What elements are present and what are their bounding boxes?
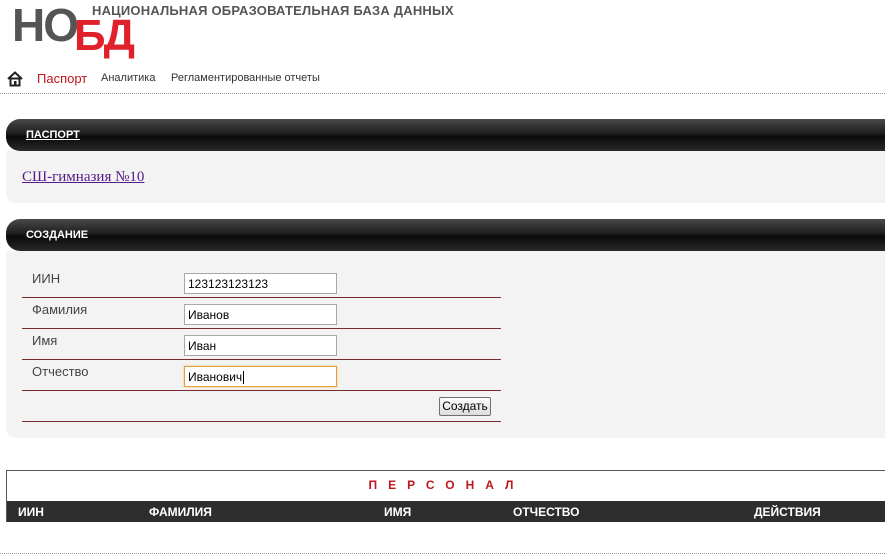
iin-label: ИИН xyxy=(32,271,61,286)
nav-item-passport[interactable]: Паспорт xyxy=(37,71,87,86)
home-icon[interactable] xyxy=(7,71,23,87)
nav-item-analytics[interactable]: Аналитика xyxy=(101,72,155,84)
form-row-iin: ИИН 123123123123 xyxy=(22,267,501,298)
patronymic-input[interactable]: Иванович xyxy=(184,366,337,387)
column-header-actions: ДЕЙСТВИЯ xyxy=(754,505,821,519)
iin-input[interactable]: 123123123123 xyxy=(184,273,337,294)
surname-label: Фамилия xyxy=(32,302,88,317)
column-header-iin: ИИН xyxy=(18,505,44,519)
site-title: НАЦИОНАЛЬНАЯ ОБРАЗОВАТЕЛЬНАЯ БАЗА ДАННЫХ xyxy=(92,3,454,18)
nav-item-reports[interactable]: Регламентированные отчеты xyxy=(171,72,320,84)
table-header-row: ИИН ФАМИЛИЯ ИМЯ ОТЧЕСТВО ДЕЙСТВИЯ xyxy=(7,501,885,522)
school-link[interactable]: СШ-гимназия №10 xyxy=(22,169,144,186)
name-input[interactable]: Иван xyxy=(184,335,337,356)
column-header-patronymic: ОТЧЕСТВО xyxy=(513,505,580,519)
text-caret xyxy=(243,371,245,385)
name-label: Имя xyxy=(32,333,58,348)
patronymic-label: Отчество xyxy=(32,364,89,379)
passport-header-bar: ПАСПОРТ xyxy=(6,119,885,151)
create-button[interactable]: Создать xyxy=(439,397,491,416)
form-row-surname: Фамилия Иванов xyxy=(22,298,501,329)
logo-text-no: НО xyxy=(12,0,79,51)
form-row-name: Имя Иван xyxy=(22,329,501,360)
create-header-title: СОЗДАНИЕ xyxy=(26,229,89,241)
personnel-title: ПЕРСОНАЛ xyxy=(368,478,525,492)
column-header-name: ИМЯ xyxy=(384,505,412,519)
top-nav: Паспорт Аналитика Регламентированные отч… xyxy=(0,68,885,94)
create-header-bar: СОЗДАНИЕ xyxy=(6,219,885,251)
passport-header-link[interactable]: ПАСПОРТ xyxy=(26,129,80,141)
form-row-patronymic: Отчество Иванович xyxy=(22,360,501,391)
logo-text-bd: БД xyxy=(74,11,135,60)
form-row-submit: Создать xyxy=(22,391,501,422)
patronymic-value: Иванович xyxy=(188,370,243,384)
surname-input[interactable]: Иванов xyxy=(184,304,337,325)
personnel-table: ПЕРСОНАЛ ИИН ФАМИЛИЯ ИМЯ ОТЧЕСТВО ДЕЙСТВ… xyxy=(6,470,885,522)
column-header-surname: ФАМИЛИЯ xyxy=(149,505,212,519)
bottom-divider xyxy=(0,553,885,554)
